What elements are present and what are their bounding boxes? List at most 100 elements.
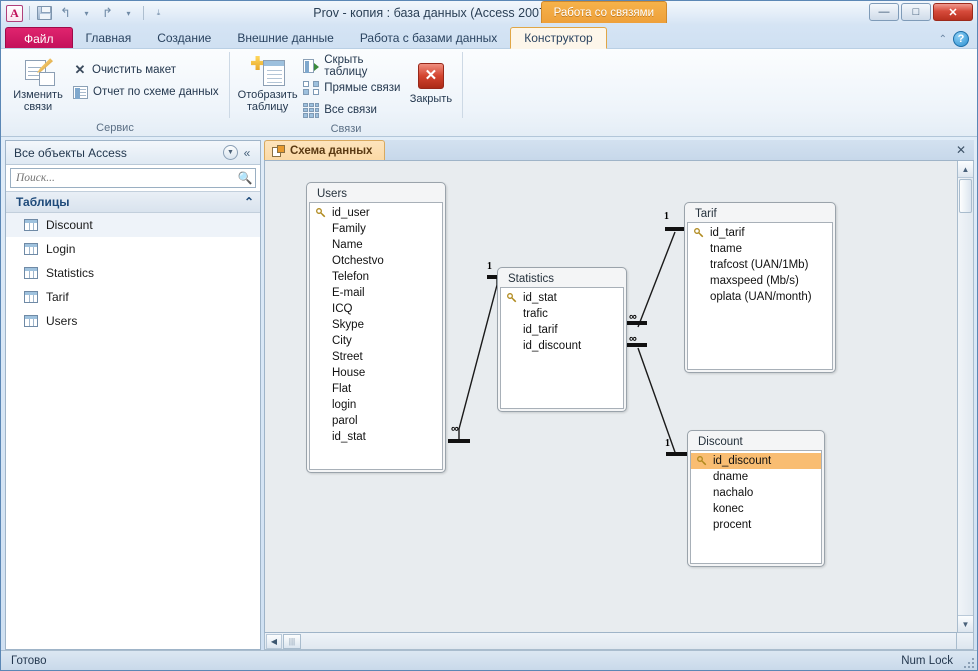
relationship-line[interactable] [637,231,676,328]
schema-field-list: id_stat trafic id_tarif id_discount [500,287,624,409]
horizontal-scroll-thumb[interactable]: ||| [283,633,301,649]
hide-table-button[interactable]: Скрыть таблицу [299,54,406,78]
schema-table-statistics[interactable]: Statistics id_stat trafic id_tarif id_discou… [497,267,627,412]
navigation-pane-title: Все объекты Access [14,145,127,160]
nav-group-tables[interactable]: Таблицы ⌃ [6,191,260,213]
sidebar-item-statistics[interactable]: Statistics [6,261,260,285]
help-icon[interactable]: ? [953,31,969,47]
tab-relationships[interactable]: Схема данных [264,140,386,160]
schema-field-row[interactable]: trafcost (UAN/1Mb) [688,257,832,273]
schema-field-row[interactable]: nachalo [691,485,821,501]
schema-field-row[interactable]: oplata (UAN/month) [688,289,832,305]
relationship-line[interactable] [637,347,677,456]
search-icon[interactable]: 🔍 [237,171,253,185]
schema-field-row[interactable]: id_stat [310,429,442,445]
customize-qat-icon[interactable]: ⤓ [149,4,168,23]
sidebar-item-tarif[interactable]: Tarif [6,285,260,309]
relationships-icon [272,144,285,157]
schema-field-row[interactable]: id_stat [501,290,623,306]
schema-field-label: Family [332,223,366,235]
tab-database-tools[interactable]: Работа с базами данных [347,27,510,49]
cardinality-one-label: 1 [487,261,492,272]
schema-field-row[interactable]: id_tarif [501,322,623,338]
schema-table-discount[interactable]: Discount id_discount dname nachalo konec proc… [687,430,825,567]
horizontal-scrollbar[interactable]: ◀ ||| [264,633,957,650]
relationship-line[interactable] [458,279,498,439]
schema-field-row[interactable]: Family [310,221,442,237]
schema-field-row[interactable]: konec [691,501,821,517]
schema-table-tarif[interactable]: Tarif id_tarif tname trafcost (UAN/1Mb) maxs… [684,202,836,373]
save-icon[interactable] [35,4,54,23]
search-box[interactable]: 🔍 [10,168,256,188]
schema-field-row[interactable]: dname [691,469,821,485]
clear-layout-button[interactable]: ✕ Очистить макет [69,59,223,81]
search-input[interactable] [13,172,237,184]
direct-relationships-button[interactable]: Прямые связи [299,77,406,99]
schema-field-row[interactable]: procent [691,517,821,533]
chevron-down-icon[interactable]: ▼ [223,145,238,160]
tab-home[interactable]: Главная [73,27,145,49]
schema-field-row[interactable]: maxspeed (Mb/s) [688,273,832,289]
schema-field-row[interactable]: Telefon [310,269,442,285]
ribbon-group-tools-label: Сервис [96,122,134,134]
schema-table-users[interactable]: Users id_user Family Name Otchestvo Telefon E-… [306,182,446,473]
minimize-button[interactable]: — [869,3,899,21]
scrollbar-corner [957,633,974,650]
schema-field-row[interactable]: tname [688,241,832,257]
chevron-up-icon[interactable]: ⌃ [244,195,254,209]
schema-field-label: id_discount [523,340,582,352]
schema-field-row[interactable]: parol [310,413,442,429]
redo-dropdown-icon[interactable]: ▾ [119,4,138,23]
schema-field-row[interactable]: E-mail [310,285,442,301]
schema-field-row[interactable]: Street [310,349,442,365]
relationship-report-button[interactable]: Отчет по схеме данных [69,81,223,103]
schema-field-row[interactable]: House [310,365,442,381]
redo-icon[interactable]: ↱ [98,4,117,23]
relationships-canvas[interactable]: Users id_user Family Name Otchestvo Telefon E-… [264,161,957,633]
schema-field-row[interactable]: Flat [310,381,442,397]
tab-design[interactable]: Конструктор [510,27,607,49]
vertical-scroll-thumb[interactable] [959,179,972,213]
tab-create[interactable]: Создание [144,27,224,49]
scroll-left-button[interactable]: ◀ [266,633,282,649]
sidebar-item-users[interactable]: Users [6,309,260,333]
double-chevron-left-icon[interactable]: « [238,146,256,160]
sidebar-item-login[interactable]: Login [6,237,260,261]
document-area: Схема данных ✕ Users id_user Family Name Otc… [264,140,974,650]
all-relationships-button[interactable]: Все связи [299,99,406,121]
vertical-scroll-track[interactable] [958,214,973,615]
close-button[interactable]: ✕ [933,3,973,21]
schema-field-row[interactable]: ICQ [310,301,442,317]
schema-field-row[interactable]: id_tarif [688,225,832,241]
collapse-ribbon-icon[interactable]: ⌃ [939,34,947,45]
schema-field-label: E-mail [332,287,365,299]
schema-field-row[interactable]: Otchestvo [310,253,442,269]
resize-grip[interactable] [962,656,974,668]
maximize-button[interactable]: □ [901,3,931,21]
schema-field-label: login [332,399,357,411]
edit-relationships-button[interactable]: Изменить связи [7,53,69,113]
access-logo-icon[interactable]: A [5,4,24,23]
tab-file[interactable]: Файл [5,27,73,49]
schema-field-row[interactable]: id_discount [691,453,821,469]
schema-field-row[interactable]: trafic [501,306,623,322]
vertical-scrollbar[interactable]: ▲ ▼ [957,161,974,633]
schema-field-row[interactable]: City [310,333,442,349]
ribbon-help-zone: ⌃ ? [939,31,969,47]
undo-dropdown-icon[interactable]: ▾ [77,4,96,23]
close-document-icon[interactable]: ✕ [954,143,968,157]
show-table-button[interactable]: Отобразить таблицу [236,53,299,113]
all-relationships-icon [303,102,320,118]
close-relationships-button[interactable]: ✕ Закрыть [406,53,456,105]
schema-field-row[interactable]: id_discount [501,338,623,354]
sidebar-item-discount[interactable]: Discount [6,213,260,237]
schema-field-row[interactable]: Skype [310,317,442,333]
cardinality-many-label: ∞ [629,333,637,345]
scroll-down-button[interactable]: ▼ [958,615,973,632]
scroll-up-button[interactable]: ▲ [958,161,973,178]
schema-field-row[interactable]: Name [310,237,442,253]
tab-external-data[interactable]: Внешние данные [224,27,347,49]
schema-field-row[interactable]: id_user [310,205,442,221]
schema-field-row[interactable]: login [310,397,442,413]
undo-icon[interactable]: ↰ [56,4,75,23]
